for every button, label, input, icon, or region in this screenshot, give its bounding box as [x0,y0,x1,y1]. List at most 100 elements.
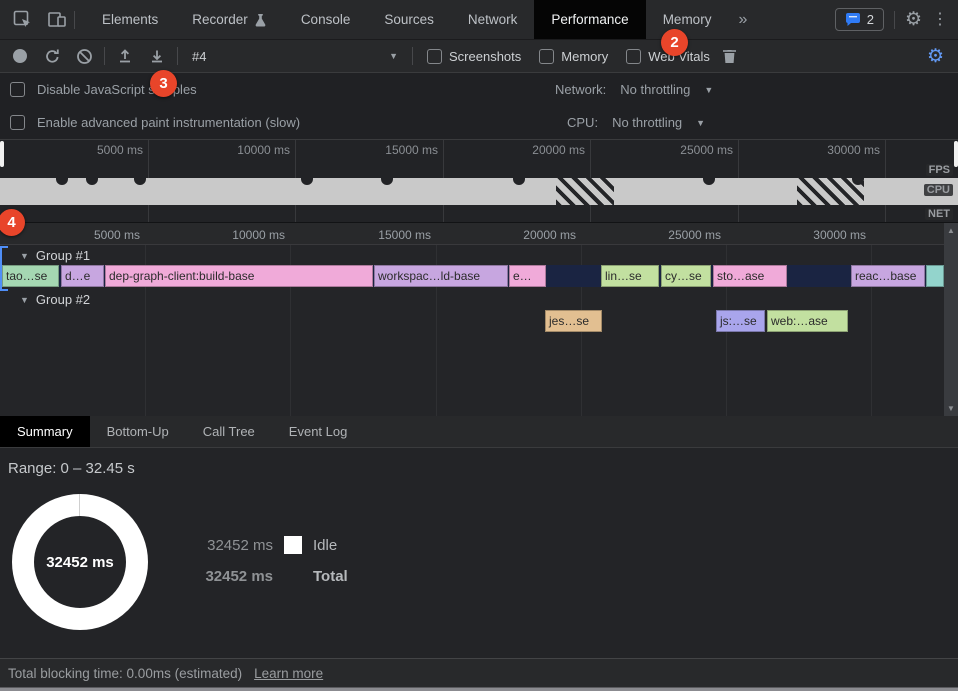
detail-tab-summary[interactable]: Summary [0,416,90,447]
task-bar[interactable]: cy…se [661,265,711,287]
donut-center-label: 32452 ms [12,494,148,630]
device-toolbar-icon[interactable] [42,5,72,35]
tab-sources[interactable]: Sources [367,0,451,39]
task-bar[interactable]: web:…ase [767,310,848,332]
tab-performance[interactable]: Performance [534,0,645,39]
tab-recorder[interactable]: Recorder [175,0,284,39]
advanced-paint-checkbox[interactable] [10,115,25,130]
flame-tick-label: 20000 ms [523,228,576,242]
scroll-up-icon[interactable]: ▲ [947,223,955,238]
divider [412,47,413,65]
load-profile-icon[interactable] [113,44,137,68]
devtools-window: Elements Recorder Console Sources Network Per… [0,0,958,691]
lane-label-cpu: CPU [924,184,953,196]
network-throttling-select[interactable]: Network: No throttling ▼ [555,82,713,97]
task-bar[interactable]: dep-graph-client:build-base [105,265,373,287]
checkbox-label: Memory [561,49,608,64]
clear-icon[interactable] [72,44,96,68]
summary-donut-chart: 32452 ms [12,494,148,630]
group-label: Group #2 [36,292,90,307]
checkbox-screenshots[interactable]: Screenshots [427,49,521,64]
divider [104,47,105,65]
task-bar[interactable]: d…e [61,265,104,287]
range-label: Range: 0 – 32.45 s [8,460,135,477]
flask-icon [254,13,267,27]
checkbox-memory[interactable]: Memory [539,49,608,64]
overview-tick-label: 30000 ms [827,143,880,157]
profile-select-value: #4 [192,49,206,64]
trash-icon[interactable] [718,44,742,68]
task-bar[interactable]: workspac…ld-base [374,265,508,287]
message-count: 2 [867,12,874,27]
flame-chart[interactable]: 5000 ms10000 ms15000 ms20000 ms25000 ms3… [0,223,958,416]
tab-label: Network [468,12,518,27]
checkbox-label: Screenshots [449,49,521,64]
overview-left-handle[interactable] [0,141,4,167]
task-bar[interactable]: reac…base [851,265,925,287]
divider [177,47,178,65]
divider [894,11,895,29]
detail-tab-event-log[interactable]: Event Log [272,416,365,447]
task-bar[interactable]: js:…se [716,310,765,332]
learn-more-link[interactable]: Learn more [254,666,323,681]
detail-tab-bottom-up[interactable]: Bottom-Up [90,416,186,447]
disable-js-samples-checkbox[interactable] [10,82,25,97]
cpu-throttling-label: CPU: [567,115,598,130]
save-profile-icon[interactable] [145,44,169,68]
cpu-throttling-value: No throttling [612,115,682,130]
window-bottom-edge [0,687,958,691]
task-bar[interactable]: tao…se [2,265,59,287]
record-button[interactable] [8,44,32,68]
tab-label: Memory [663,12,712,27]
task-bar[interactable]: lin…se [601,265,659,287]
overview-right-handle[interactable] [954,141,958,167]
scroll-down-icon[interactable]: ▼ [947,401,955,416]
tab-memory[interactable]: Memory [646,0,729,39]
console-messages-button[interactable]: 2 [835,8,884,31]
tab-label: Elements [102,12,158,27]
task-bar[interactable]: sto…ase [713,265,787,287]
group-header-1[interactable]: ▼ Group #1 [0,246,944,265]
task-bar[interactable]: jes…se [545,310,602,332]
profile-select[interactable]: #4 ▼ [186,49,404,64]
legend-label: Idle [313,537,337,554]
more-tabs-button[interactable]: » [728,11,757,29]
lane-label-net: NET [925,208,953,220]
tutorial-badge-2: 2 [661,29,688,56]
collapse-triangle-icon[interactable]: ▼ [20,251,29,261]
overview-tick-label: 25000 ms [680,143,733,157]
checkbox-box[interactable] [427,49,442,64]
group-header-2[interactable]: ▼ Group #2 [0,290,944,309]
task-bar[interactable]: e… [509,265,546,287]
overview-tick-label: 20000 ms [532,143,585,157]
devtools-tabbar: Elements Recorder Console Sources Network Per… [0,0,958,40]
reload-record-icon[interactable] [40,44,64,68]
advanced-paint-label: Enable advanced paint instrumentation (s… [37,115,300,130]
cpu-hatched-region [797,178,864,205]
tab-label: Console [301,12,351,27]
more-options-icon[interactable]: ⋮ [932,12,948,28]
settings-gear-icon[interactable]: ⚙ [905,10,922,29]
legend-row: 32452 msIdle [203,536,348,554]
cpu-throttling-select[interactable]: CPU: No throttling ▼ [567,115,705,130]
collapse-triangle-icon[interactable]: ▼ [20,295,29,305]
flame-tick-label: 30000 ms [813,228,866,242]
checkbox-box[interactable] [626,49,641,64]
tab-console[interactable]: Console [284,0,368,39]
tab-label: Performance [551,12,628,27]
tutorial-badge-3: 3 [150,70,177,97]
cpu-hatched-region [556,178,614,205]
tab-elements[interactable]: Elements [85,0,175,39]
inspect-element-icon[interactable] [8,5,38,35]
checkbox-box[interactable] [539,49,554,64]
flame-ruler [0,223,944,245]
flame-tick-label: 5000 ms [94,228,140,242]
detail-tab-call-tree[interactable]: Call Tree [186,416,272,447]
capture-settings-gear-icon[interactable]: ⚙ [927,47,950,66]
performance-toolbar: #4 ▼ ScreenshotsMemoryWeb Vitals ⚙ [0,40,958,73]
flame-tick-label: 25000 ms [668,228,721,242]
task-bar[interactable] [926,265,944,287]
vertical-scrollbar[interactable]: ▲ ▼ [944,223,958,416]
tab-network[interactable]: Network [451,0,535,39]
timeline-overview[interactable]: 5000 ms10000 ms15000 ms20000 ms25000 ms3… [0,140,958,223]
